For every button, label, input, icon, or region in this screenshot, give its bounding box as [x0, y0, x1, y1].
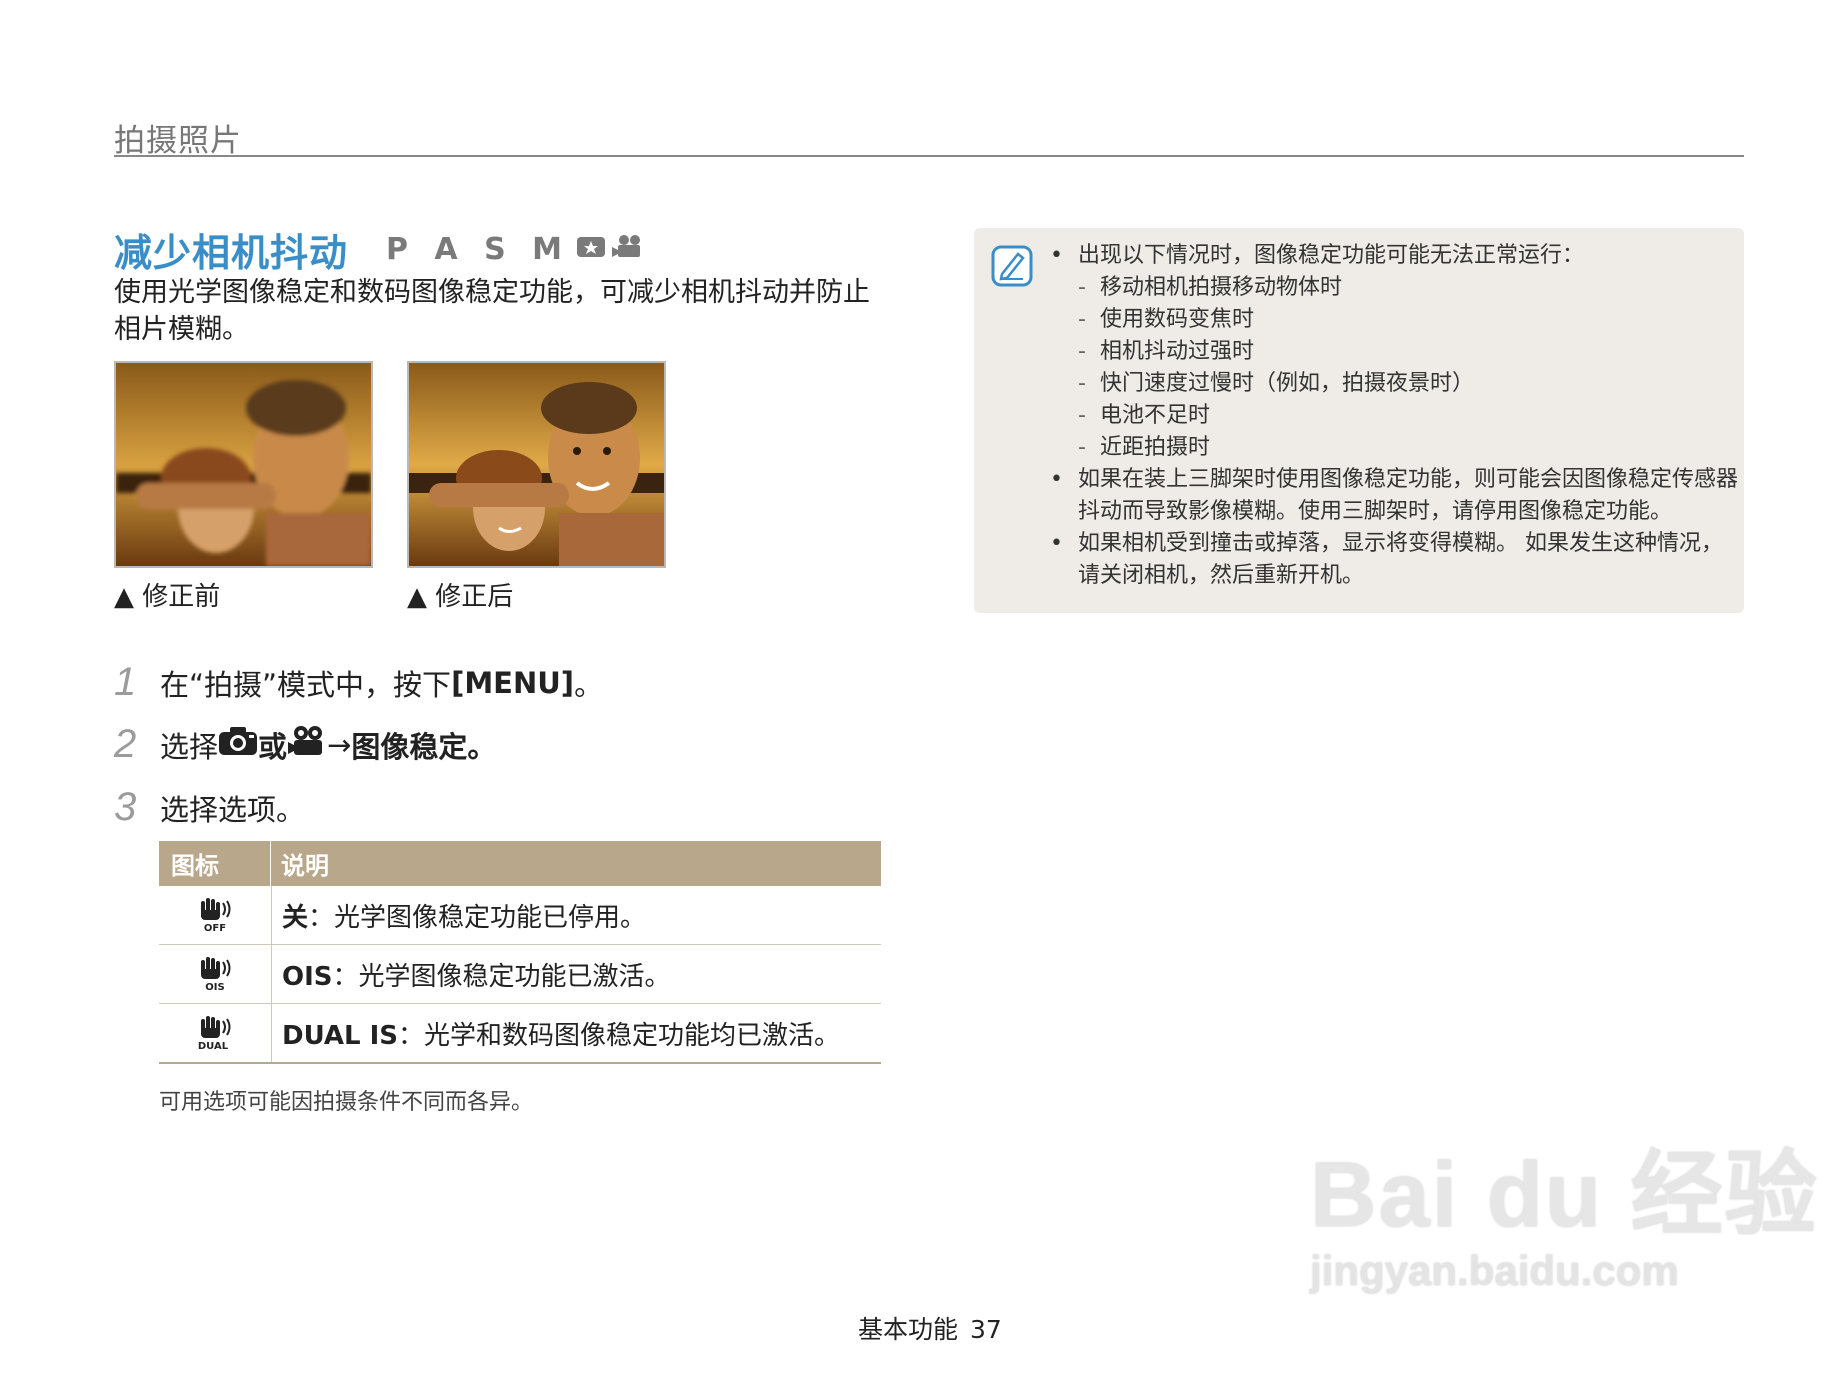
option-desc: ：光学图像稳定功能已停用。	[308, 902, 647, 933]
step-number: 1	[114, 660, 137, 704]
footnote: 可用选项可能因拍摄条件不同而各异。	[159, 1090, 534, 1115]
step-text: 选择	[160, 729, 219, 764]
table-row: OIS OIS：光学图像稳定功能已激活。	[159, 945, 881, 1004]
ois-on-icon: OIS	[159, 945, 272, 1003]
page-heading: 减少相机抖动	[114, 231, 349, 275]
step-target: 图像稳定	[351, 729, 468, 764]
step-3: 3 选择选项。	[114, 785, 305, 830]
header-icon: 图标	[159, 841, 271, 886]
option-name: DUAL IS	[282, 1020, 399, 1051]
option-name: 关	[282, 902, 309, 933]
movie-icon	[612, 232, 644, 267]
option-desc: ：光学和数码图像稳定功能均已激活。	[398, 1020, 841, 1051]
note-bullet: 出现以下情况时，图像稳定功能可能无法正常运行：	[1050, 240, 1740, 272]
svg-text:OIS: OIS	[205, 982, 224, 992]
svg-text:DUAL: DUAL	[198, 1041, 229, 1051]
photo-before-correction	[114, 361, 373, 568]
page-number: 37	[970, 1315, 1002, 1344]
photo-after-correction	[407, 361, 666, 568]
step-2: 2 选择 或 → 图像稳定 。	[114, 722, 496, 767]
baidu-watermark: Bai du 经验 jingyan.baidu.com	[1310, 1120, 1819, 1295]
table-header: 图标 说明	[159, 841, 881, 886]
row-description: 关：光学图像稳定功能已停用。	[272, 897, 646, 934]
step-text-end: 。	[574, 667, 604, 702]
table-row: DUAL DUAL IS：光学和数码图像稳定功能均已激活。	[159, 1004, 881, 1064]
camera-icon	[218, 726, 258, 763]
watermark-url: jingyan.baidu.com	[1310, 1247, 1679, 1294]
watermark-brand: Bai du 经验	[1310, 1144, 1819, 1246]
intro-text: 使用光学图像稳定和数码图像稳定功能，可减少相机抖动并防止相片模糊。	[114, 277, 870, 345]
section-title: 拍摄照片	[114, 123, 242, 159]
movie-icon	[287, 725, 327, 764]
step-text: 选择选项。	[160, 792, 306, 827]
step-text: 在“拍摄”模式中，按下	[160, 667, 452, 702]
note-sub-item: 使用数码变焦时	[1050, 304, 1740, 336]
note-bullet: 如果在装上三脚架时使用图像稳定功能，则可能会因图像稳定传感器抖动而导致影像模糊。…	[1050, 464, 1740, 528]
option-name: OIS	[282, 961, 333, 992]
step-1: 1 在“拍摄”模式中，按下 [MENU] 。	[114, 660, 603, 705]
row-description: OIS：光学图像稳定功能已激活。	[272, 956, 671, 993]
step-or: 或	[258, 729, 288, 764]
header-description: 说明	[281, 852, 329, 880]
dual-is-icon: DUAL	[159, 1004, 272, 1062]
page-footer: 基本功能 37	[858, 1310, 1002, 1346]
note-icon	[990, 244, 1034, 292]
note-sub-item: 相机抖动过强时	[1050, 336, 1740, 368]
row-description: DUAL IS：光学和数码图像稳定功能均已激活。	[272, 1015, 840, 1052]
note-bullet: 如果相机受到撞击或掉落，显示将变得模糊。 如果发生这种情况，请关闭相机，然后重新…	[1050, 528, 1740, 592]
step-arrow: →	[327, 727, 352, 762]
note-sub-item: 电池不足时	[1050, 400, 1740, 432]
note-sub-item: 移动相机拍摄移动物体时	[1050, 272, 1740, 304]
caption-before: ▲ 修正前	[114, 582, 221, 612]
table-row: OFF 关：光学图像稳定功能已停用。	[159, 886, 881, 945]
step-number: 2	[114, 722, 137, 766]
svg-text:OFF: OFF	[204, 923, 226, 933]
caption-after: ▲ 修正后	[407, 582, 514, 612]
scene-icon	[576, 232, 606, 267]
section-divider	[114, 155, 1744, 157]
menu-key: [MENU]	[451, 665, 575, 700]
step-number: 3	[114, 785, 137, 829]
options-table: 图标 说明 OFF 关：光学图像稳定功能已停用。 OIS OIS：光学图像稳定功…	[159, 841, 881, 1064]
note-list: 出现以下情况时，图像稳定功能可能无法正常运行： 移动相机拍摄移动物体时 使用数码…	[1050, 240, 1740, 592]
option-desc: ：光学图像稳定功能已激活。	[332, 961, 671, 992]
ois-off-icon: OFF	[159, 886, 272, 944]
mode-indicators: P A S M	[386, 232, 644, 267]
step-text-end: 。	[467, 729, 497, 764]
note-sub-item: 快门速度过慢时（例如，拍摄夜景时）	[1050, 368, 1740, 400]
note-sub-item: 近距拍摄时	[1050, 432, 1740, 464]
chapter-label: 基本功能	[858, 1315, 959, 1344]
mode-letters: P A S M	[386, 232, 570, 267]
